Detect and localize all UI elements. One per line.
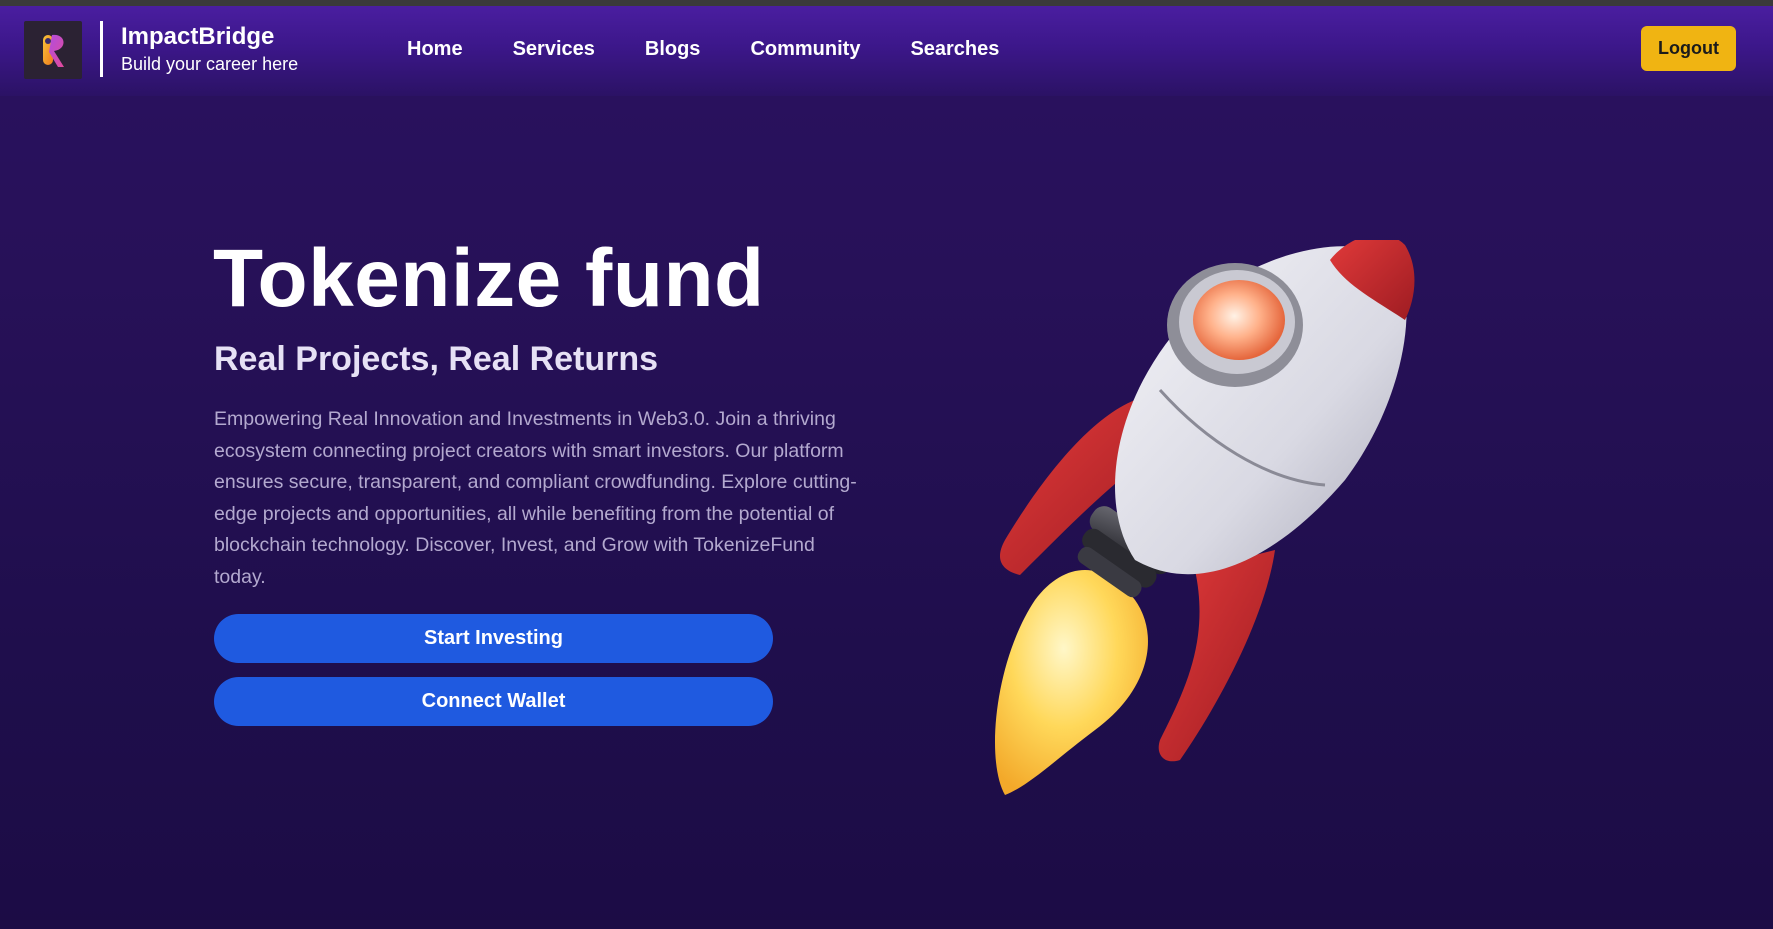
start-investing-button[interactable]: Start Investing xyxy=(214,614,773,663)
hero-title: Tokenize fund xyxy=(213,233,765,324)
nav-link-searches[interactable]: Searches xyxy=(910,38,999,68)
brand-tagline: Build your career here xyxy=(121,54,299,74)
main-nav: Home Services Blogs Community Searches xyxy=(407,38,999,68)
nav-link-community[interactable]: Community xyxy=(750,38,860,68)
impactbridge-logo-icon[interactable] xyxy=(24,21,82,79)
nav-link-home[interactable]: Home xyxy=(407,38,463,68)
connect-wallet-button[interactable]: Connect Wallet xyxy=(214,677,773,726)
hero-subtitle: Real Projects, Real Returns xyxy=(214,340,659,378)
brand-name[interactable]: ImpactBridge xyxy=(121,23,274,51)
rocket-illustration xyxy=(975,234,1475,820)
hero-description: Empowering Real Innovation and Investmen… xyxy=(214,408,857,588)
navbar: ImpactBridge Build your career here Home… xyxy=(0,6,1773,96)
logout-button[interactable]: Logout xyxy=(1641,26,1736,71)
nav-link-services[interactable]: Services xyxy=(513,38,595,68)
brand-divider xyxy=(100,21,103,77)
nav-link-blogs[interactable]: Blogs xyxy=(645,38,701,68)
